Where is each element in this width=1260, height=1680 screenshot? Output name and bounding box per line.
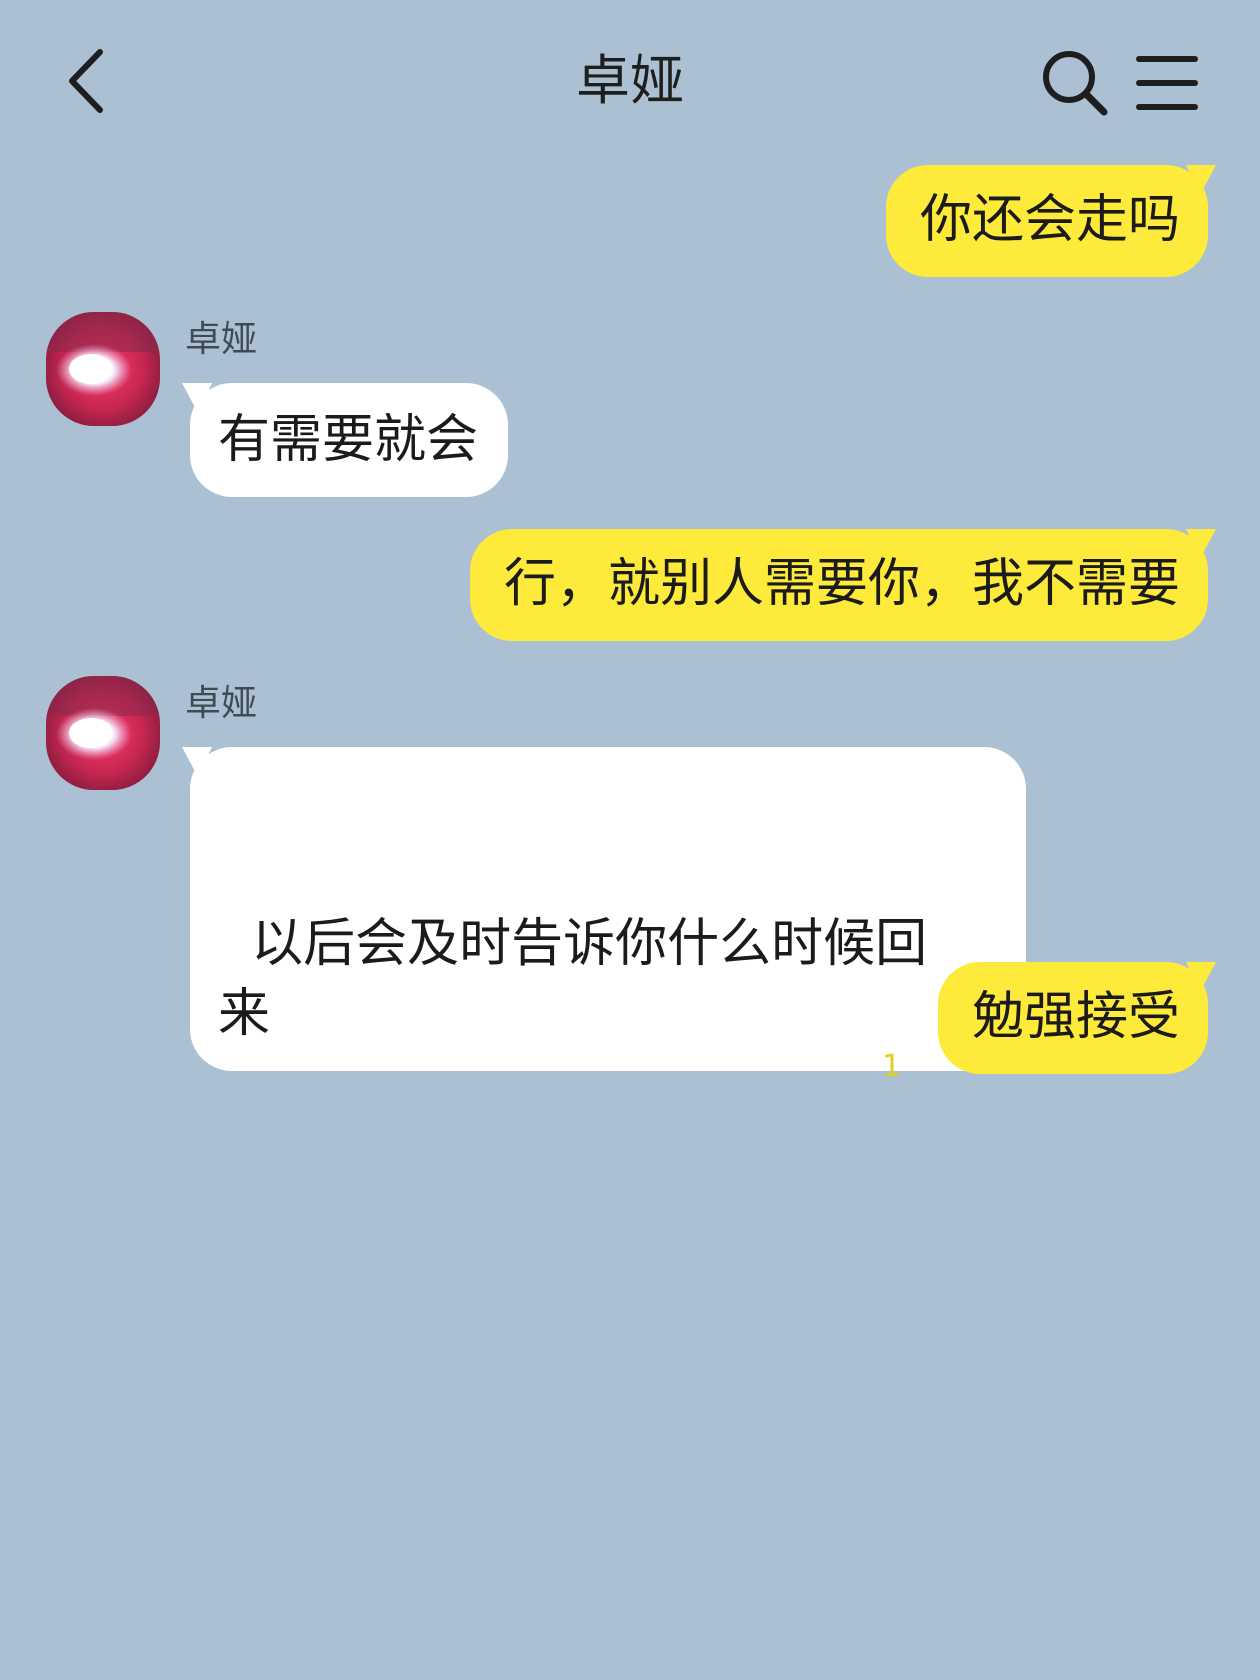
search-icon <box>1043 51 1108 116</box>
message-text: 行，就别人需要你，我不需要 <box>503 554 1180 614</box>
received-message-bubble[interactable]: 有需要就会 <box>182 383 509 497</box>
avatar-image <box>46 312 160 426</box>
sent-message-bubble[interactable]: 勉强接受 <box>937 962 1216 1074</box>
message-text: 以后会及时告诉你什么时候回 来 <box>218 914 928 1044</box>
bubble-tail-icon <box>1186 529 1216 559</box>
bubble-tail-icon <box>1186 165 1216 195</box>
avatar-image <box>46 676 160 790</box>
menu-icon <box>1136 56 1198 110</box>
message-text: 有需要就会 <box>218 410 479 470</box>
contact-avatar[interactable] <box>46 676 160 790</box>
sender-name: 卓娅 <box>185 319 258 360</box>
bubble-tail-icon <box>1186 962 1216 992</box>
search-button[interactable] <box>1040 48 1110 118</box>
message-text: 勉强接受 <box>971 987 1180 1047</box>
sent-message-bubble[interactable]: 你还会走吗 <box>885 165 1216 277</box>
message-text: 你还会走吗 <box>919 190 1180 250</box>
sent-message-bubble[interactable]: 行，就别人需要你，我不需要 <box>469 529 1216 641</box>
received-message-bubble[interactable]: 以后会及时告诉你什么时候回 来 <box>182 747 1026 1071</box>
chat-header: 卓娅 <box>0 0 1260 160</box>
menu-button[interactable] <box>1134 50 1200 116</box>
unread-count: 1 <box>882 1049 902 1084</box>
contact-avatar[interactable] <box>46 312 160 426</box>
sender-name: 卓娅 <box>185 683 258 724</box>
bubble-tail-icon <box>182 383 212 413</box>
bubble-tail-icon <box>182 747 212 777</box>
